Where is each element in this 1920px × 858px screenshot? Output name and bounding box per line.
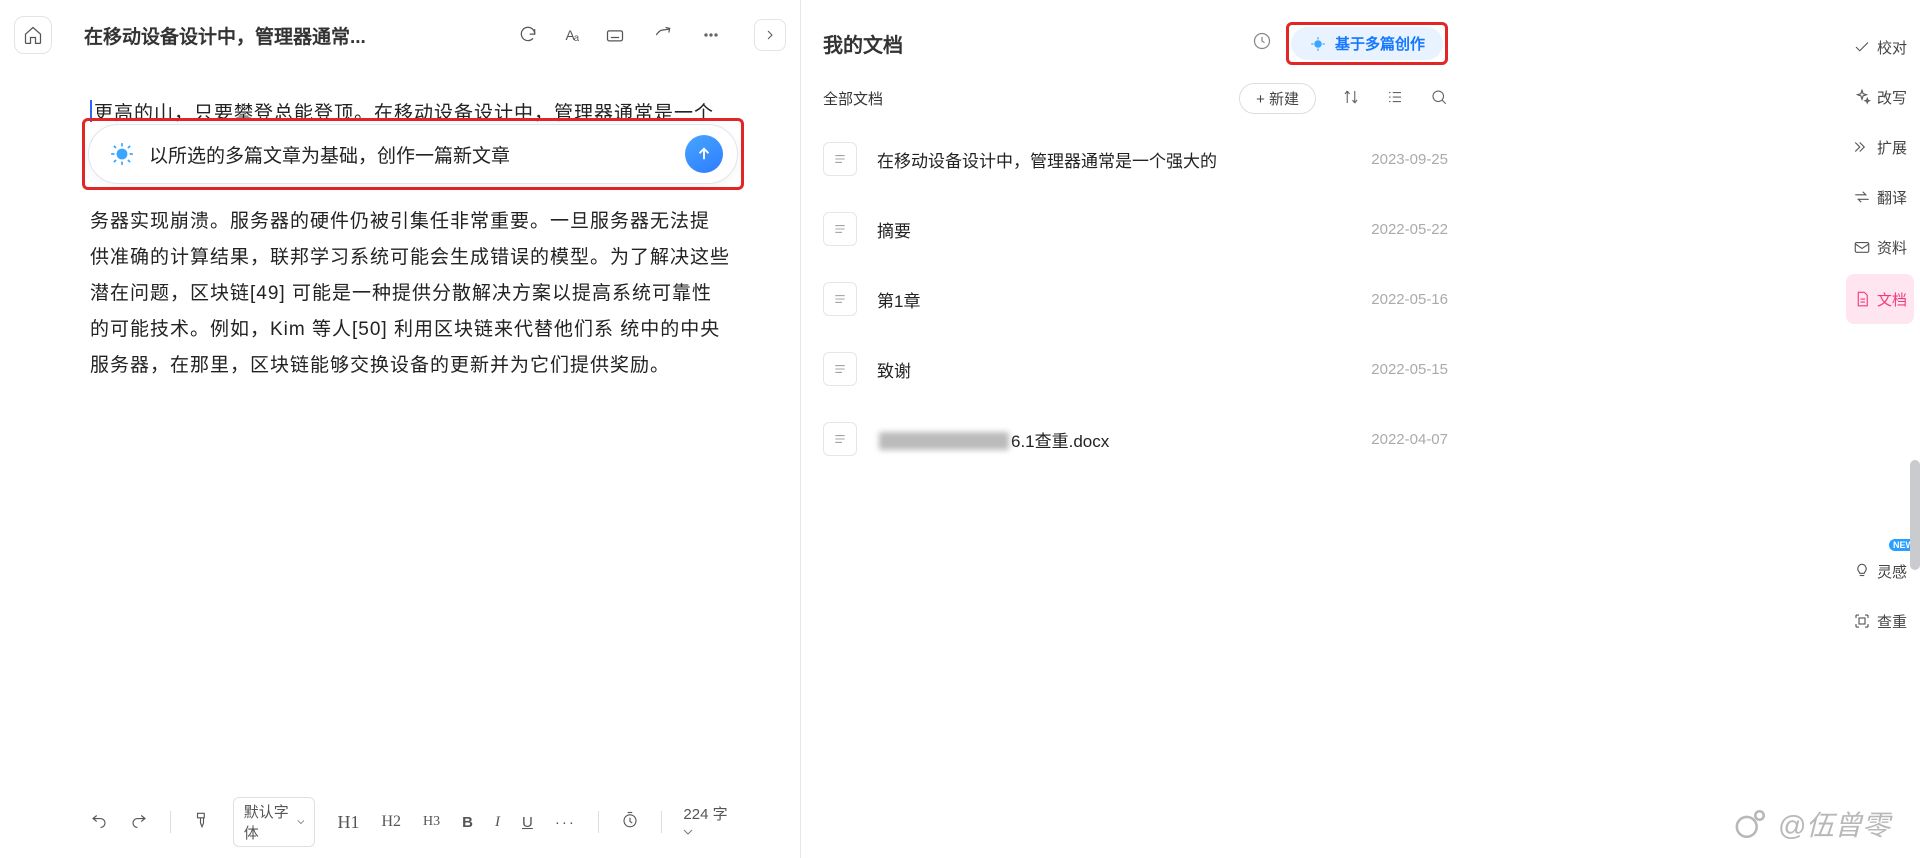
expand-icon [1853, 138, 1871, 156]
refresh-button[interactable] [517, 24, 539, 46]
search-icon [1430, 88, 1448, 106]
bulb-icon [109, 141, 135, 167]
chevron-right-icon [762, 27, 778, 43]
font-size-button[interactable]: Aₐ [565, 27, 578, 43]
doc-date: 2022-05-16 [1371, 291, 1448, 308]
bold-button[interactable]: B [462, 814, 473, 831]
doc-row[interactable]: 6.1查重.docx 2022-04-07 [823, 404, 1448, 474]
doc-icon [1853, 290, 1871, 308]
format-paint-button[interactable] [193, 811, 211, 833]
undo-icon [90, 811, 108, 829]
timer-button[interactable] [621, 811, 639, 833]
undo-button[interactable] [90, 811, 108, 833]
doc-icon [823, 142, 857, 176]
multi-create-highlight: 基于多篇创作 [1286, 22, 1448, 65]
more-icon [701, 25, 721, 45]
doc-name: 摘要 [877, 217, 911, 242]
editor-line: 务器实现崩溃。服务器的硬件仍被引集任非常重要。一旦服务器无法提 [90, 211, 710, 232]
word-count[interactable]: 224 字 [683, 803, 730, 841]
document-title: 在移动设备设计中，管理器通常... [84, 22, 366, 49]
rail-check[interactable]: 校对 [1840, 22, 1920, 72]
doc-icon [823, 352, 857, 386]
list-view-button[interactable] [1386, 88, 1404, 110]
underline-button[interactable]: U [522, 814, 533, 831]
doc-list: 在移动设备设计中，管理器通常是一个强大的 2023-09-25 摘要 2022-05-… [801, 120, 1470, 478]
keyboard-icon [605, 25, 625, 45]
font-select[interactable]: 默认字体 [233, 797, 316, 847]
chevron-down-icon [297, 817, 305, 827]
ai-suggestion-pill[interactable]: 以所选的多篇文章为基础，创作一篇新文章 [88, 124, 738, 184]
right-rail: 校对改写扩展翻译资料文档 NEW灵感查重 [1840, 0, 1920, 858]
rail-doc[interactable]: 文档 [1846, 274, 1914, 324]
home-icon [23, 25, 43, 45]
heading3-button[interactable]: H3 [423, 814, 440, 830]
doc-icon [823, 282, 857, 316]
heading1-button[interactable]: H1 [337, 812, 359, 833]
doc-date: 2023-09-25 [1371, 151, 1448, 168]
rail-swap[interactable]: 翻译 [1840, 172, 1920, 222]
editor-line: 供准确的计算结果，联邦学习系统可能会生成错误的模型。为了解决这些潜在问题，区块链… [90, 247, 730, 376]
share-icon [653, 25, 673, 45]
refresh-icon [518, 25, 538, 45]
home-button[interactable] [14, 16, 52, 54]
editor-body[interactable]: 更高的山，只要攀登总能登顶。在移动设备设计中，管理器通常是一个强 务器实现崩溃。… [90, 96, 730, 778]
doc-icon [823, 212, 857, 246]
sparkle-icon [1853, 88, 1871, 106]
share-button[interactable] [652, 24, 674, 46]
sort-icon [1342, 88, 1360, 106]
doc-row[interactable]: 第1章 2022-05-16 [823, 264, 1448, 334]
italic-button[interactable]: I [495, 814, 500, 831]
doc-name: 第1章 [877, 287, 920, 312]
arrow-up-icon [695, 145, 713, 163]
rail-bulb[interactable]: NEW灵感 [1840, 546, 1920, 596]
doc-icon [823, 422, 857, 456]
all-docs-tab[interactable]: 全部文档 [823, 88, 883, 109]
rail-mail[interactable]: 资料 [1840, 222, 1920, 272]
doc-date: 2022-04-07 [1371, 431, 1448, 448]
collapse-button[interactable] [754, 19, 786, 51]
ai-suggestion-go[interactable] [685, 135, 723, 173]
doc-row[interactable]: 摘要 2022-05-22 [823, 194, 1448, 264]
mail-icon [1853, 238, 1871, 256]
scrollbar-thumb[interactable] [1910, 460, 1920, 570]
scan-icon [1853, 612, 1871, 630]
chevron-down-icon [683, 827, 693, 837]
format-icon [193, 811, 211, 829]
redo-button[interactable] [130, 811, 148, 833]
keyboard-button[interactable] [604, 24, 626, 46]
redo-icon [130, 811, 148, 829]
swap-icon [1853, 188, 1871, 206]
clock-icon [621, 811, 639, 829]
rail-scan[interactable]: 查重 [1840, 596, 1920, 646]
watermark: @伍曾零 [1734, 804, 1890, 844]
doc-name: 致谢 [877, 357, 911, 382]
toolbar-more[interactable]: ··· [555, 814, 576, 831]
ai-suggestion-text: 以所选的多篇文章为基础，创作一篇新文章 [149, 141, 510, 168]
list-icon [1386, 88, 1404, 106]
multi-create-button[interactable]: 基于多篇创作 [1291, 27, 1443, 60]
bulb-icon [1853, 562, 1871, 580]
new-doc-button[interactable]: + 新建 [1239, 83, 1316, 114]
doc-row[interactable]: 致谢 2022-05-15 [823, 334, 1448, 404]
more-button[interactable] [700, 24, 722, 46]
doc-date: 2022-05-15 [1371, 361, 1448, 378]
check-icon [1853, 38, 1871, 56]
doc-date: 2022-05-22 [1371, 221, 1448, 238]
sort-button[interactable] [1342, 88, 1360, 110]
history-button[interactable] [1252, 31, 1272, 56]
history-icon [1252, 31, 1272, 51]
bulb-icon [1309, 35, 1327, 53]
search-button[interactable] [1430, 88, 1448, 110]
heading2-button[interactable]: H2 [381, 813, 401, 831]
doc-row[interactable]: 在移动设备设计中，管理器通常是一个强大的 2023-09-25 [823, 124, 1448, 194]
ai-suggestion-highlight: 以所选的多篇文章为基础，创作一篇新文章 [82, 118, 744, 190]
rail-sparkle[interactable]: 改写 [1840, 72, 1920, 122]
doc-name: 在移动设备设计中，管理器通常是一个强大的 [877, 147, 1217, 172]
rail-expand[interactable]: 扩展 [1840, 122, 1920, 172]
weibo-icon [1734, 807, 1768, 841]
doc-name: 6.1查重.docx [877, 427, 1109, 452]
sidebar-title: 我的文档 [823, 29, 903, 58]
